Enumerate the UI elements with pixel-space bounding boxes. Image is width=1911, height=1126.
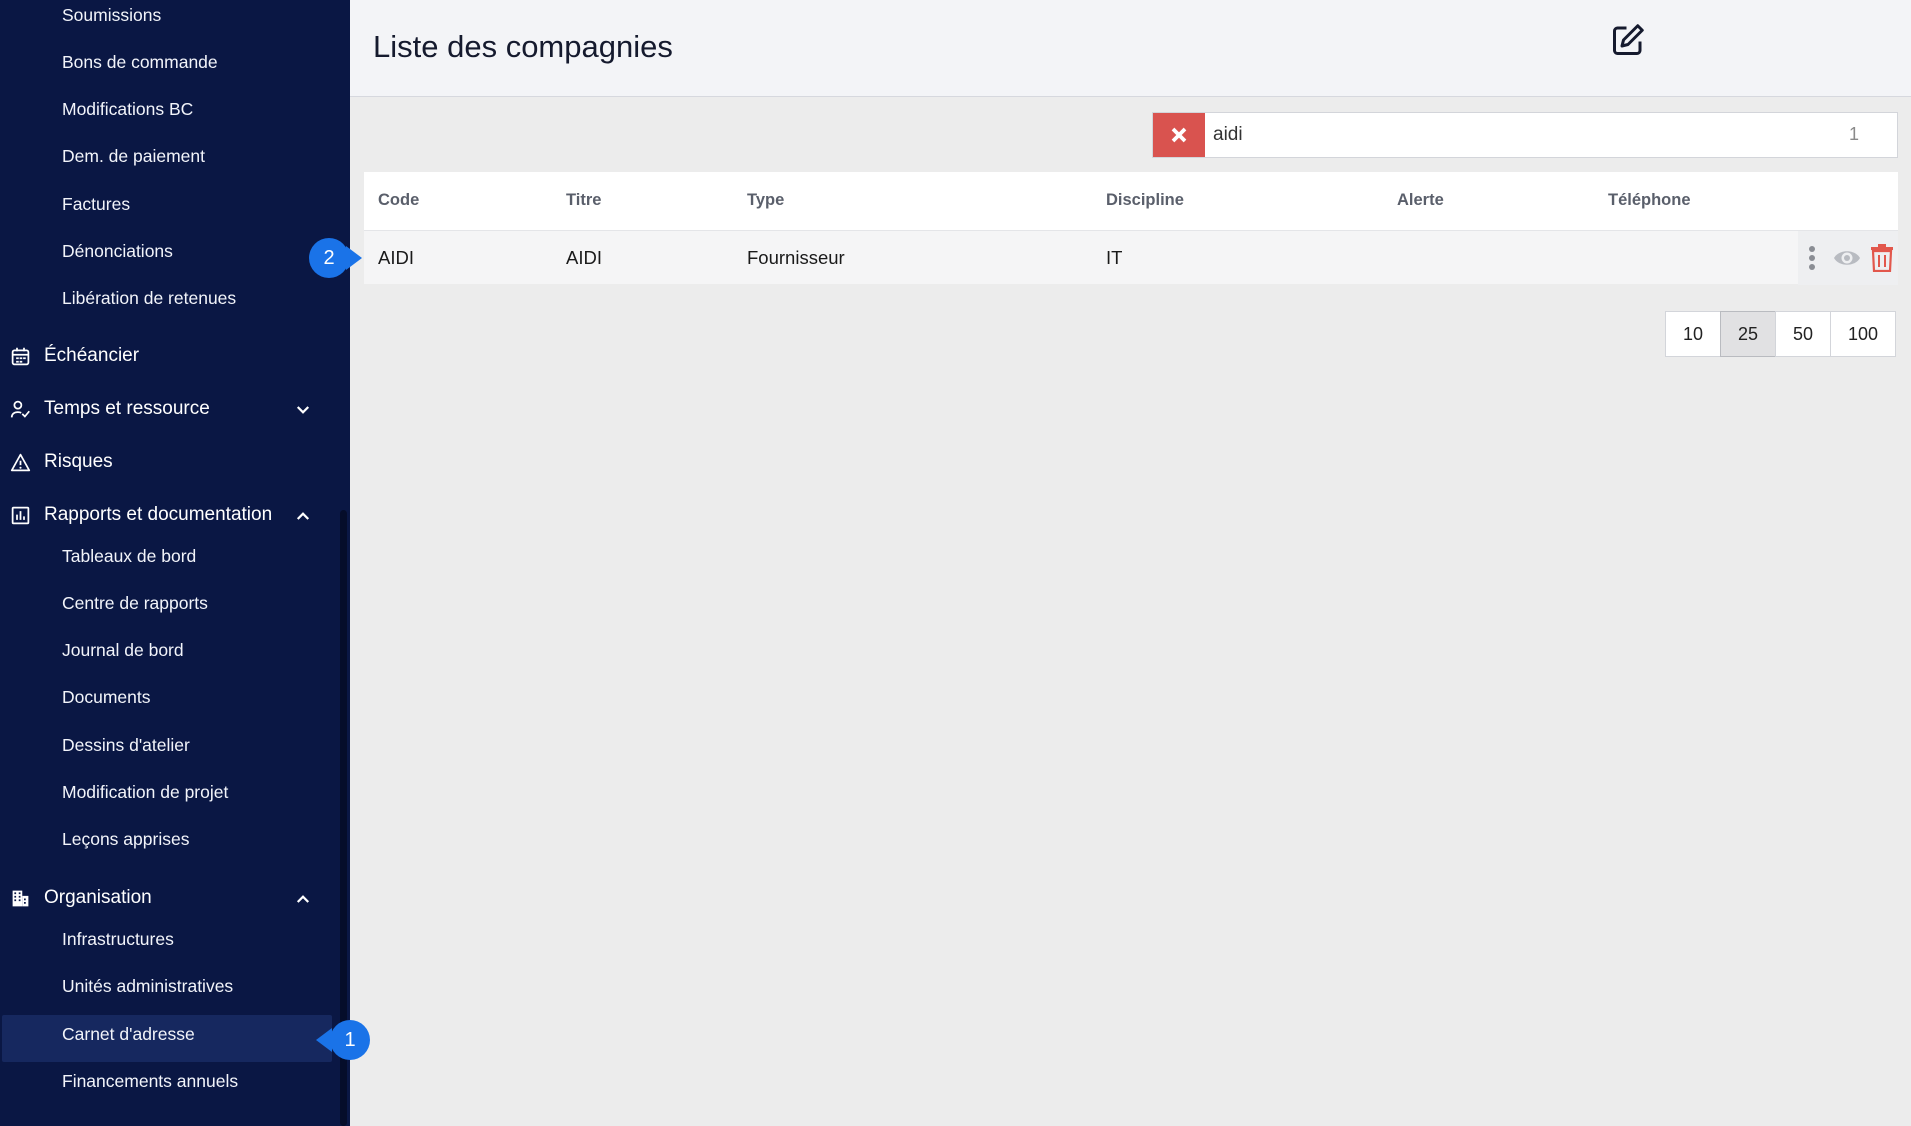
sidebar-item-journal-de-bord[interactable]: Journal de bord	[62, 640, 184, 661]
cell-titre: AIDI	[566, 247, 602, 268]
column-header-code[interactable]: Code	[378, 191, 419, 210]
sidebar-item-tableaux-de-bord[interactable]: Tableaux de bord	[62, 546, 196, 567]
sidebar-item-label: Rapports et documentation	[44, 504, 273, 525]
cell-code: AIDI	[378, 247, 414, 268]
sidebar-item-bons-de-commande[interactable]: Bons de commande	[62, 52, 218, 73]
sidebar: Soumissions Bons de commande Modificatio…	[0, 0, 350, 1126]
more-vertical-icon[interactable]	[1808, 245, 1816, 271]
sidebar-item-risques[interactable]: Risques	[0, 442, 340, 482]
edit-icon[interactable]	[1610, 22, 1646, 58]
sidebar-item-liberation-retenues[interactable]: Libération de retenues	[62, 288, 236, 309]
clear-search-button[interactable]	[1153, 113, 1205, 157]
page-title: Liste des compagnies	[373, 29, 673, 64]
sidebar-item-echeancier[interactable]: Échéancier	[0, 336, 340, 376]
page-size-100[interactable]: 100	[1830, 311, 1896, 357]
sidebar-item-denonciations[interactable]: Dénonciations	[62, 241, 173, 262]
sidebar-item-soumissions[interactable]: Soumissions	[62, 5, 161, 26]
main-content: Liste des compagnies 1 Code Titre Type D…	[350, 0, 1911, 1126]
user-check-icon	[10, 400, 30, 418]
cell-discipline: IT	[1106, 247, 1123, 268]
row-actions	[1798, 231, 1898, 285]
chevron-up-icon[interactable]	[294, 890, 312, 908]
sidebar-item-rapports-documentation[interactable]: Rapports et documentation	[0, 495, 340, 535]
building-icon	[12, 890, 29, 907]
close-icon	[1171, 127, 1187, 143]
sidebar-item-lecons-apprises[interactable]: Leçons apprises	[62, 829, 189, 850]
sidebar-item-centre-rapports[interactable]: Centre de rapports	[62, 593, 208, 614]
column-header-telephone[interactable]: Téléphone	[1608, 191, 1691, 210]
callout-pointer	[346, 246, 362, 270]
sidebar-item-infrastructures[interactable]: Infrastructures	[62, 929, 174, 950]
sidebar-item-factures[interactable]: Factures	[62, 194, 130, 215]
sidebar-item-dem-paiement[interactable]: Dem. de paiement	[62, 146, 205, 167]
chevron-up-icon[interactable]	[294, 507, 312, 525]
page-size-selector: 10 25 50 100	[1665, 311, 1896, 357]
page-header: Liste des compagnies	[350, 0, 1911, 97]
sidebar-item-modification-projet[interactable]: Modification de projet	[62, 782, 228, 803]
column-header-alerte[interactable]: Alerte	[1397, 191, 1444, 210]
sidebar-item-label: Temps et ressource	[44, 398, 210, 419]
column-header-titre[interactable]: Titre	[566, 191, 601, 210]
sidebar-item-temps-ressource[interactable]: Temps et ressource	[0, 389, 340, 429]
report-icon	[11, 506, 30, 525]
callout-badge: 2	[309, 238, 349, 278]
sidebar-item-modifications-bc[interactable]: Modifications BC	[62, 99, 193, 120]
sidebar-item-financements-annuels[interactable]: Financements annuels	[62, 1071, 238, 1092]
sidebar-item-label: Risques	[44, 451, 113, 472]
sidebar-item-label: Organisation	[44, 887, 152, 908]
sidebar-item-dessins-atelier[interactable]: Dessins d'atelier	[62, 735, 190, 756]
eye-icon[interactable]	[1832, 245, 1862, 271]
search-result-count: 1	[1848, 124, 1859, 144]
page-size-50[interactable]: 50	[1775, 311, 1831, 357]
trash-icon[interactable]	[1870, 244, 1894, 272]
search-input[interactable]	[1213, 113, 1813, 157]
companies-table: Code Titre Type Discipline Alerte Téléph…	[364, 172, 1898, 285]
column-header-type[interactable]: Type	[747, 191, 784, 210]
chevron-down-icon[interactable]	[294, 401, 312, 419]
sidebar-item-organisation[interactable]: Organisation	[0, 878, 340, 918]
table-row[interactable]: AIDI AIDI Fournisseur IT	[364, 230, 1898, 285]
sidebar-item-label: Échéancier	[44, 345, 140, 366]
column-header-discipline[interactable]: Discipline	[1106, 191, 1184, 210]
calendar-icon	[11, 347, 30, 366]
table-header: Code Titre Type Discipline Alerte Téléph…	[364, 172, 1898, 230]
page-size-25[interactable]: 25	[1720, 311, 1776, 357]
warning-icon	[10, 453, 31, 472]
page-size-10[interactable]: 10	[1665, 311, 1721, 357]
sidebar-item-unites-administratives[interactable]: Unités administratives	[62, 976, 233, 997]
sidebar-item-documents[interactable]: Documents	[62, 687, 151, 708]
sidebar-item-carnet-adresse[interactable]: Carnet d'adresse	[62, 1024, 195, 1045]
search-bar: 1	[1152, 112, 1898, 158]
cell-type: Fournisseur	[747, 247, 845, 268]
callout-badge: 1	[330, 1020, 370, 1060]
